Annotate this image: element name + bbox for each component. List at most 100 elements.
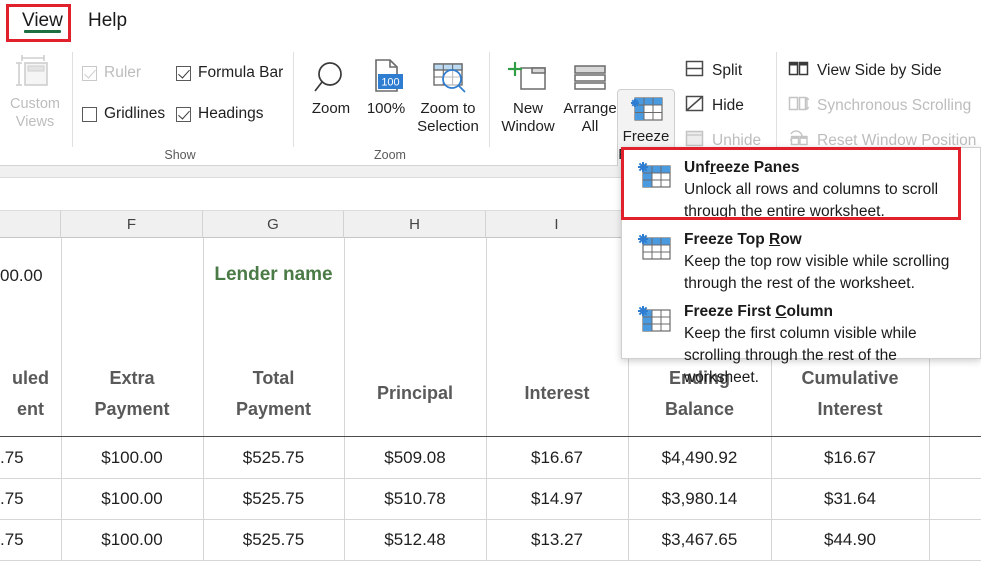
arrange-all-label-line2: All bbox=[581, 118, 599, 135]
table-row-1-ending[interactable]: $4,490.92 bbox=[628, 448, 771, 468]
menu-item-freeze-top-row-desc1: Keep the top row visible while scrolling bbox=[684, 253, 950, 270]
gridlines-checkbox-box[interactable] bbox=[82, 106, 97, 122]
gridlines-label: Gridlines bbox=[104, 105, 166, 122]
ffc-title-accel: C bbox=[775, 303, 787, 320]
group-separator-3 bbox=[489, 52, 490, 147]
ruler-checkbox-box[interactable] bbox=[82, 65, 97, 81]
cell-lender-name[interactable]: Lender name bbox=[203, 264, 344, 286]
freeze-first-column-icon bbox=[634, 296, 674, 366]
zoom-to-selection-label-line1: Zoom to bbox=[420, 100, 476, 117]
view-side-by-side-command[interactable]: View Side by Side bbox=[788, 59, 942, 83]
th-scheduled-payment-line2: ent bbox=[17, 399, 44, 419]
zoom-to-selection-button[interactable]: Zoom to Selection bbox=[412, 56, 484, 136]
custom-views-label-line1: Custom bbox=[10, 96, 60, 112]
arrange-all-button[interactable]: Arrange All bbox=[560, 56, 620, 136]
column-header-g[interactable]: G bbox=[203, 211, 344, 238]
menu-item-freeze-first-column[interactable]: Freeze First Column Keep the first colum… bbox=[622, 296, 981, 386]
table-row-3-total[interactable]: $525.75 bbox=[203, 530, 344, 550]
arrange-all-icon bbox=[568, 56, 612, 100]
zoom-group-label: Zoom bbox=[374, 148, 406, 162]
freeze-top-row-icon bbox=[634, 224, 674, 294]
table-row-2-principal[interactable]: $510.78 bbox=[344, 489, 486, 509]
table-row-1-principal[interactable]: $509.08 bbox=[344, 448, 486, 468]
zoom-to-selection-label-line2: Selection bbox=[417, 118, 479, 135]
zoom-100-icon: 100 bbox=[366, 56, 406, 100]
checkbox-headings[interactable]: Headings bbox=[176, 105, 264, 123]
custom-views-button[interactable]: Custom Views bbox=[2, 52, 68, 152]
show-group-label: Show bbox=[164, 148, 196, 162]
tab-help-label: Help bbox=[88, 10, 128, 31]
table-row-3-scheduled[interactable]: .75 bbox=[0, 530, 55, 550]
menu-item-freeze-first-column-desc2: scrolling through the rest of the worksh… bbox=[684, 347, 897, 386]
table-row-2-interest[interactable]: $14.97 bbox=[486, 489, 628, 509]
zoom-100-button[interactable]: 100 100% bbox=[360, 56, 412, 118]
ftr-title-accel: R bbox=[768, 231, 781, 248]
grid-hline-row1 bbox=[0, 478, 981, 479]
th-principal: Principal bbox=[376, 383, 454, 403]
view-tab-highlight-box bbox=[6, 4, 71, 42]
ribbon-tab-strip: View Help bbox=[0, 0, 981, 42]
menu-item-freeze-first-column-text: Freeze First Column Keep the first colum… bbox=[684, 296, 976, 386]
cell-partial-amount[interactable]: 00.00 bbox=[0, 266, 43, 286]
hide-icon bbox=[685, 94, 704, 118]
checkbox-formula-bar[interactable]: Formula Bar bbox=[176, 64, 283, 82]
table-row-3-ending[interactable]: $3,467.65 bbox=[628, 530, 771, 550]
zoom-100-label: 100% bbox=[366, 100, 406, 117]
new-window-button[interactable]: New Window bbox=[497, 56, 559, 136]
split-icon bbox=[685, 59, 704, 83]
column-header-i[interactable]: I bbox=[486, 211, 628, 238]
table-row-2-scheduled[interactable]: .75 bbox=[0, 489, 55, 509]
view-side-by-side-icon bbox=[788, 59, 809, 83]
menu-item-freeze-top-row[interactable]: Freeze Top Row Keep the top row visible … bbox=[622, 224, 981, 294]
new-window-label-line1: New bbox=[512, 100, 543, 117]
custom-views-label-line2: Views bbox=[15, 114, 55, 130]
checkbox-gridlines[interactable]: Gridlines bbox=[82, 105, 165, 123]
tab-help[interactable]: Help bbox=[78, 6, 137, 36]
zoom-button-label: Zoom bbox=[311, 100, 351, 117]
column-header-partial[interactable] bbox=[0, 211, 61, 238]
new-window-label-line2: Window bbox=[501, 118, 555, 135]
ftr-title-pre: Freeze Top bbox=[684, 231, 769, 248]
table-row-1-cumulative[interactable]: $16.67 bbox=[771, 448, 929, 468]
table-row-3-extra[interactable]: $100.00 bbox=[61, 530, 203, 550]
magnifier-icon bbox=[311, 56, 351, 100]
menu-item-freeze-top-row-title: Freeze Top Row bbox=[684, 231, 802, 248]
headings-label: Headings bbox=[198, 105, 264, 122]
unfreeze-panes-highlight-box bbox=[621, 147, 961, 220]
split-label: Split bbox=[712, 62, 743, 79]
group-separator-1 bbox=[72, 52, 73, 147]
svg-text:100: 100 bbox=[381, 77, 399, 89]
custom-views-icon bbox=[14, 52, 56, 92]
table-row-3-principal[interactable]: $512.48 bbox=[344, 530, 486, 550]
th-total-payment-line2: Payment bbox=[235, 399, 312, 419]
formula-bar-checkbox-box[interactable] bbox=[176, 65, 191, 81]
table-row-1-total[interactable]: $525.75 bbox=[203, 448, 344, 468]
table-row-3-interest[interactable]: $13.27 bbox=[486, 530, 628, 550]
table-row-3-cumulative[interactable]: $44.90 bbox=[771, 530, 929, 550]
table-row-2-cumulative[interactable]: $31.64 bbox=[771, 489, 929, 509]
table-row-2-extra[interactable]: $100.00 bbox=[61, 489, 203, 509]
zoom-to-selection-icon bbox=[426, 56, 470, 100]
grid-hline-row2 bbox=[0, 519, 981, 520]
formula-bar-label: Formula Bar bbox=[198, 64, 284, 81]
split-command[interactable]: Split bbox=[685, 59, 742, 83]
column-header-f[interactable]: F bbox=[61, 211, 203, 238]
freeze-panes-icon bbox=[626, 92, 666, 128]
zoom-button[interactable]: Zoom bbox=[303, 56, 359, 118]
table-row-1-interest[interactable]: $16.67 bbox=[486, 448, 628, 468]
checkbox-ruler[interactable]: Ruler bbox=[82, 64, 141, 82]
table-row-1-extra[interactable]: $100.00 bbox=[61, 448, 203, 468]
headings-checkbox-box[interactable] bbox=[176, 106, 191, 122]
menu-item-freeze-top-row-text: Freeze Top Row Keep the top row visible … bbox=[684, 224, 976, 294]
hide-command[interactable]: Hide bbox=[685, 94, 744, 118]
table-row-2-total[interactable]: $525.75 bbox=[203, 489, 344, 509]
ruler-label: Ruler bbox=[104, 64, 142, 81]
th-total-payment-line1: Total bbox=[252, 368, 295, 388]
grid-header-underline bbox=[0, 436, 981, 437]
arrange-all-label-line1: Arrange bbox=[563, 100, 617, 117]
excel-window: View Help Custom Views Ruler Formula Bar… bbox=[0, 0, 981, 561]
column-header-h[interactable]: H bbox=[344, 211, 486, 238]
table-row-1-scheduled[interactable]: .75 bbox=[0, 448, 55, 468]
table-row-2-ending[interactable]: $3,980.14 bbox=[628, 489, 771, 509]
menu-item-freeze-first-column-title: Freeze First Column bbox=[684, 303, 833, 320]
